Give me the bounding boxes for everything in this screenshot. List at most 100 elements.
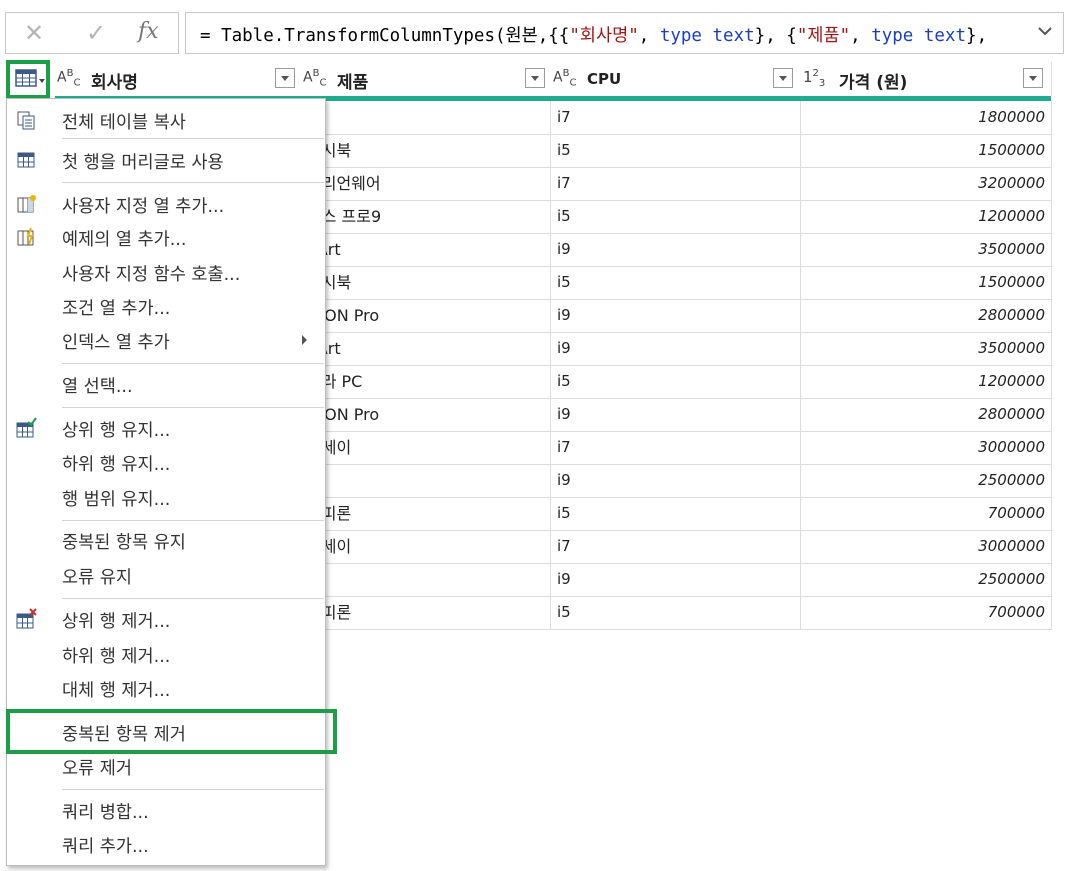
product-cell[interactable]: 럭시북 xyxy=(301,134,551,167)
menu-item-add-custom-column[interactable]: 사용자 지정 열 추가... xyxy=(7,187,325,219)
price-cell[interactable]: 3000000 xyxy=(801,530,1052,563)
formula-bar: ✕ ✓ fx = Table.TransformColumnTypes(원본,{… xyxy=(5,12,1064,54)
menu-item-choose-columns[interactable]: 열 선택... xyxy=(7,367,325,399)
formula-input[interactable]: = Table.TransformColumnTypes(원본,{{"회사명",… xyxy=(185,12,1064,54)
table-header-icon xyxy=(17,152,35,168)
product-cell[interactable]: 램 xyxy=(301,101,551,134)
menu-item-remove-bottom-rows[interactable]: 하위 행 제거... xyxy=(7,637,325,669)
product-cell[interactable]: 스피론 xyxy=(301,497,551,530)
price-cell[interactable]: 3500000 xyxy=(801,332,1052,365)
product-cell[interactable]: 디세이 xyxy=(301,431,551,464)
price-cell[interactable]: 1500000 xyxy=(801,266,1052,299)
column-header-company[interactable]: ABC 회사명 xyxy=(55,62,302,96)
product-cell[interactable]: oArt xyxy=(301,233,551,266)
price-cell[interactable]: 3500000 xyxy=(801,233,1052,266)
column-from-examples-icon xyxy=(17,227,34,246)
price-cell[interactable]: 2500000 xyxy=(801,563,1052,596)
text-type-icon: ABC xyxy=(303,68,327,89)
product-cell[interactable]: 스피론 xyxy=(301,596,551,629)
filter-dropdown-icon[interactable] xyxy=(275,68,295,88)
cpu-cell[interactable]: i7 xyxy=(551,167,801,200)
price-cell[interactable]: 2800000 xyxy=(801,398,1052,431)
price-cell[interactable]: 1800000 xyxy=(801,101,1052,134)
cpu-cell[interactable]: i5 xyxy=(551,365,801,398)
product-cell[interactable]: GION Pro xyxy=(301,398,551,431)
price-cell[interactable]: 3000000 xyxy=(801,431,1052,464)
menu-item-add-index-column[interactable]: 인덱스 열 추가 xyxy=(7,323,325,355)
menu-item-invoke-custom-function[interactable]: 사용자 지정 함수 호출... xyxy=(7,255,325,287)
menu-item-remove-top-rows[interactable]: 상위 행 제거... xyxy=(7,602,325,634)
product-cell[interactable]: oArt xyxy=(301,332,551,365)
price-cell[interactable]: 3200000 xyxy=(801,167,1052,200)
number-type-icon: 123 xyxy=(803,68,826,89)
menu-item-merge-queries[interactable]: 쿼리 병합... xyxy=(7,793,325,825)
price-cell[interactable]: 700000 xyxy=(801,596,1052,629)
menu-item-copy-table[interactable]: 전체 테이블 복사 xyxy=(7,103,325,135)
formula-controls: ✕ ✓ fx xyxy=(5,12,179,54)
price-cell[interactable]: 2500000 xyxy=(801,464,1052,497)
menu-item-append-queries[interactable]: 쿼리 추가... xyxy=(7,827,325,859)
menu-item-use-first-row-as-headers[interactable]: 첫 행을 머리글로 사용 xyxy=(7,143,325,175)
menu-separator xyxy=(62,520,324,521)
price-cell[interactable]: 700000 xyxy=(801,497,1052,530)
keep-rows-icon xyxy=(16,417,37,438)
cpu-cell[interactable]: i7 xyxy=(551,101,801,134)
price-cell[interactable]: 1200000 xyxy=(801,365,1052,398)
menu-separator xyxy=(62,407,324,408)
cpu-cell[interactable]: i5 xyxy=(551,596,801,629)
remove-rows-icon xyxy=(16,608,37,629)
confirm-icon[interactable]: ✓ xyxy=(86,19,106,47)
cpu-cell[interactable]: i9 xyxy=(551,563,801,596)
menu-item-add-column-from-examples[interactable]: 예제의 열 추가... xyxy=(7,220,325,252)
menu-separator xyxy=(62,789,324,790)
cancel-icon[interactable]: ✕ xyxy=(24,19,44,47)
menu-item-keep-top-rows[interactable]: 상위 행 유지... xyxy=(7,411,325,443)
highlight-box-remove-duplicates xyxy=(6,709,337,754)
column-header-price[interactable]: 123 가격 (원) xyxy=(801,62,1052,96)
product-cell[interactable]: 디세이 xyxy=(301,530,551,563)
menu-item-keep-duplicates[interactable]: 중복된 항목 유지 xyxy=(7,523,325,555)
cpu-cell[interactable]: i5 xyxy=(551,200,801,233)
cpu-cell[interactable]: i5 xyxy=(551,266,801,299)
product-cell[interactable]: G xyxy=(301,464,551,497)
cpu-cell[interactable]: i7 xyxy=(551,431,801,464)
product-cell[interactable]: GION Pro xyxy=(301,299,551,332)
cpu-cell[interactable]: i5 xyxy=(551,497,801,530)
menu-item-keep-bottom-rows[interactable]: 하위 행 유지... xyxy=(7,445,325,477)
formula-text: = Table.TransformColumnTypes(원본,{{"회사명",… xyxy=(200,26,988,46)
cpu-cell[interactable]: i9 xyxy=(551,233,801,266)
cpu-cell[interactable]: i9 xyxy=(551,332,801,365)
product-cell[interactable]: G xyxy=(301,563,551,596)
product-cell[interactable]: 피스 프로9 xyxy=(301,200,551,233)
cpu-cell[interactable]: i7 xyxy=(551,530,801,563)
menu-item-remove-alternate-rows[interactable]: 대체 행 제거... xyxy=(7,671,325,703)
menu-item-keep-range-of-rows[interactable]: 행 범위 유지... xyxy=(7,480,325,512)
product-cell[interactable]: 럭시북 xyxy=(301,266,551,299)
copy-table-icon xyxy=(17,111,35,130)
cpu-cell[interactable]: i5 xyxy=(551,134,801,167)
filter-dropdown-icon[interactable] xyxy=(773,68,793,88)
text-type-icon: ABC xyxy=(57,68,81,89)
price-cell[interactable]: 2800000 xyxy=(801,299,1052,332)
menu-separator xyxy=(62,363,324,364)
submenu-arrow-icon xyxy=(302,335,307,345)
text-type-icon: ABC xyxy=(553,68,577,89)
column-header-cpu[interactable]: ABC CPU xyxy=(551,62,802,96)
price-cell[interactable]: 1200000 xyxy=(801,200,1052,233)
menu-item-keep-errors[interactable]: 오류 유지 xyxy=(7,558,325,590)
highlight-box-table-icon xyxy=(6,60,50,99)
price-cell[interactable]: 1500000 xyxy=(801,134,1052,167)
filter-dropdown-icon[interactable] xyxy=(525,68,545,88)
product-cell[interactable]: 트라 PC xyxy=(301,365,551,398)
column-header-product[interactable]: ABC 제품 xyxy=(301,62,552,96)
custom-column-icon xyxy=(17,195,36,213)
cpu-cell[interactable]: i9 xyxy=(551,398,801,431)
filter-dropdown-icon[interactable] xyxy=(1023,68,1043,88)
fx-icon[interactable]: fx xyxy=(138,19,159,44)
cpu-cell[interactable]: i9 xyxy=(551,464,801,497)
menu-separator xyxy=(62,182,324,183)
product-cell[interactable]: 일리언웨어 xyxy=(301,167,551,200)
chevron-down-icon[interactable] xyxy=(1037,23,1053,39)
menu-item-add-conditional-column[interactable]: 조건 열 추가... xyxy=(7,289,325,321)
cpu-cell[interactable]: i9 xyxy=(551,299,801,332)
